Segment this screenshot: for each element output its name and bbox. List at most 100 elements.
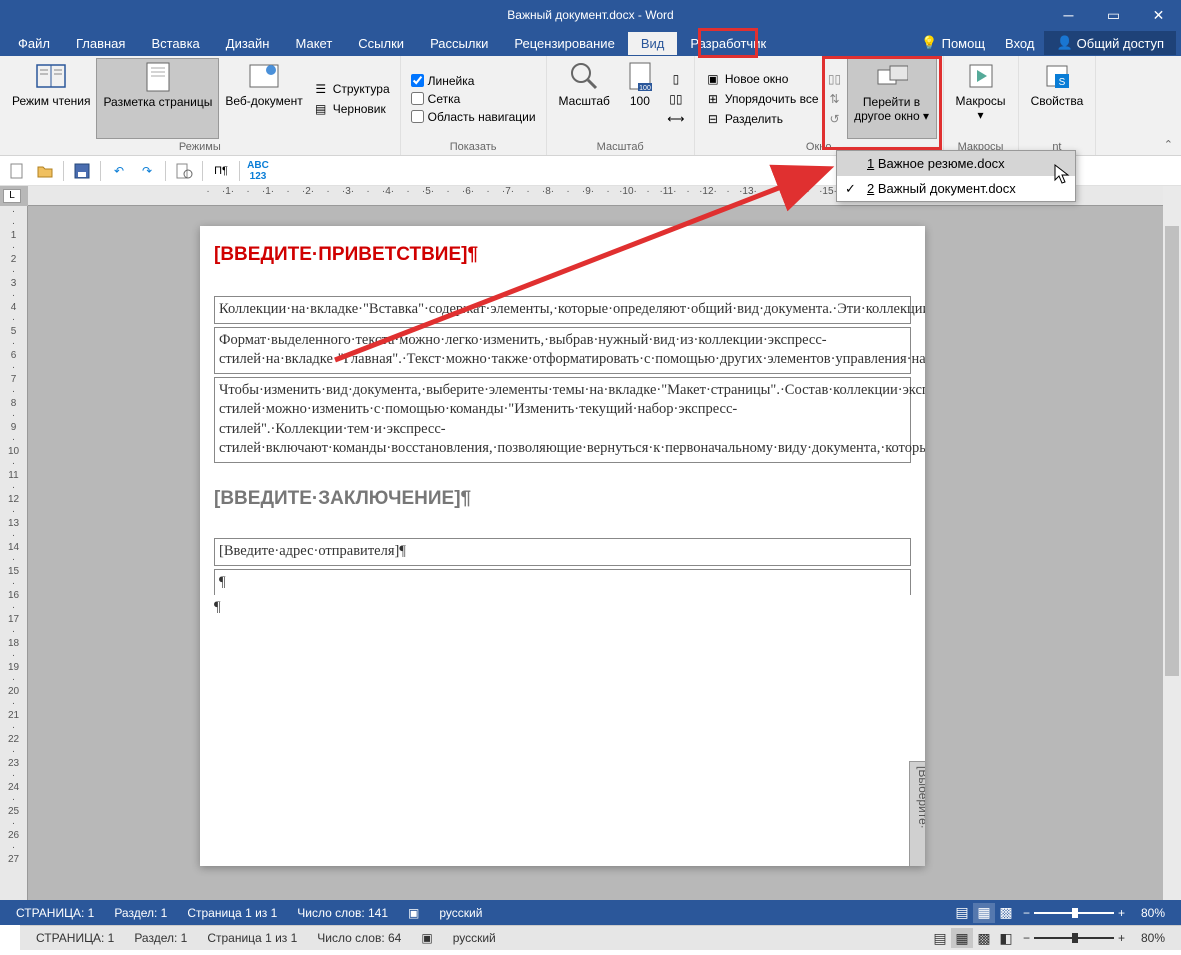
ruler-corner[interactable]: L bbox=[3, 189, 21, 203]
sync-scroll-button[interactable]: ⇅ bbox=[823, 89, 847, 109]
menu-file[interactable]: Файл bbox=[5, 32, 63, 55]
print-layout-icon[interactable]: ▦ bbox=[973, 903, 995, 923]
properties-button[interactable]: SСвойства bbox=[1025, 58, 1090, 139]
status-page-of[interactable]: Страница 1 из 1 bbox=[177, 906, 287, 920]
svg-text:S: S bbox=[1059, 77, 1066, 88]
web-layout-button[interactable]: Веб-документ bbox=[219, 58, 308, 139]
outline-button[interactable]: ☰Структура bbox=[309, 79, 394, 99]
share-button[interactable]: 👤Общий доступ bbox=[1044, 31, 1176, 55]
ruler-checkbox[interactable]: Линейка bbox=[407, 72, 540, 90]
grid-checkbox[interactable]: Сетка bbox=[407, 90, 540, 108]
status-proof-icon[interactable]: ▣ bbox=[398, 906, 429, 920]
menu-bar: Файл Главная Вставка Дизайн Макет Ссылки… bbox=[0, 30, 1181, 56]
split-icon: ⊟ bbox=[705, 111, 721, 127]
one-page-icon: ▯ bbox=[668, 71, 684, 87]
zoom-button[interactable]: Масштаб bbox=[553, 58, 616, 139]
split-button[interactable]: ⊟Разделить bbox=[701, 109, 823, 129]
undo-button[interactable]: ↶ bbox=[106, 159, 132, 183]
switch-window-button[interactable]: Перейти вдругое окно ▾ bbox=[847, 58, 937, 139]
status-language[interactable]: русский bbox=[429, 906, 492, 920]
spell-check-button[interactable]: ABC123 bbox=[245, 159, 271, 183]
status2-page-of[interactable]: Страница 1 из 1 bbox=[197, 931, 307, 945]
read-mode-icon-2[interactable]: ▤ bbox=[929, 928, 951, 948]
new-window-button[interactable]: ▣Новое окно bbox=[701, 69, 823, 89]
page-width-button[interactable]: ⟷ bbox=[664, 109, 688, 129]
status2-page[interactable]: СТРАНИЦА: 1 bbox=[26, 931, 124, 945]
redo-button[interactable]: ↷ bbox=[134, 159, 160, 183]
read-mode-button[interactable]: Режим чтения bbox=[6, 58, 96, 139]
bulb-icon: 💡 bbox=[921, 35, 937, 51]
side-by-side-button[interactable]: ▯▯ bbox=[823, 69, 847, 89]
help-button[interactable]: 💡Помощ bbox=[911, 31, 995, 55]
save-button[interactable] bbox=[69, 159, 95, 183]
macros-icon bbox=[965, 60, 997, 92]
arrange-button[interactable]: ⊞Упорядочить все bbox=[701, 89, 823, 109]
nav-checkbox[interactable]: Область навигации bbox=[407, 108, 540, 126]
scrollbar-thumb[interactable] bbox=[1165, 226, 1179, 676]
page-width-icon: ⟷ bbox=[668, 111, 684, 127]
menu-review[interactable]: Рецензирование bbox=[501, 32, 627, 55]
doc-paragraph-6: ¶ bbox=[214, 598, 911, 618]
ribbon: Режим чтения Разметка страницы Веб-докум… bbox=[0, 56, 1181, 156]
menu-layout[interactable]: Макет bbox=[282, 32, 345, 55]
extra-view-icon[interactable]: ◧ bbox=[995, 928, 1017, 948]
window-controls: ─ ▭ ✕ bbox=[1046, 0, 1181, 30]
zoom-level[interactable]: 80% bbox=[1131, 906, 1175, 920]
sidebyside-icon: ▯▯ bbox=[827, 71, 843, 87]
one-page-button[interactable]: ▯ bbox=[664, 69, 688, 89]
doc-paragraph-4: [Введите·адрес·отправителя]¶ bbox=[214, 538, 911, 566]
reset-window-button[interactable]: ↺ bbox=[823, 109, 847, 129]
status2-proof-icon[interactable]: ▣ bbox=[411, 931, 442, 945]
title-bar: Важный документ.docx - Word ─ ▭ ✕ bbox=[0, 0, 1181, 30]
zoom-100-button[interactable]: 100100 bbox=[616, 58, 664, 139]
zoom-slider[interactable]: −+ bbox=[1017, 906, 1131, 920]
zoom-slider-2[interactable]: −+ bbox=[1017, 931, 1131, 945]
status-page[interactable]: СТРАНИЦА: 1 bbox=[6, 906, 104, 920]
document-page[interactable]: [ВВЕДИТЕ·ПРИВЕТСТВИЕ]¶ Коллекции·на·вкла… bbox=[200, 226, 925, 866]
status2-section[interactable]: Раздел: 1 bbox=[124, 931, 197, 945]
menu-view[interactable]: Вид bbox=[628, 32, 678, 55]
new-window-icon: ▣ bbox=[705, 71, 721, 87]
menu-design[interactable]: Дизайн bbox=[213, 32, 283, 55]
doc-paragraph-1: Коллекции·на·вкладке·"Вставка"·содержат·… bbox=[214, 296, 911, 324]
minimize-button[interactable]: ─ bbox=[1046, 0, 1091, 30]
page-layout-button[interactable]: Разметка страницы bbox=[96, 58, 219, 139]
status2-word-count[interactable]: Число слов: 64 bbox=[307, 931, 411, 945]
collapse-ribbon-button[interactable]: ⌃ bbox=[1164, 138, 1173, 151]
close-button[interactable]: ✕ bbox=[1136, 0, 1181, 30]
switch-window-icon bbox=[876, 61, 908, 93]
draft-icon: ▤ bbox=[313, 101, 329, 117]
superscript-button[interactable]: П¶ bbox=[208, 159, 234, 183]
zoom-level-2[interactable]: 80% bbox=[1131, 931, 1175, 945]
document-area: L ··1···1···2···3···4···5···6···7···8···… bbox=[0, 186, 1181, 925]
menu-home[interactable]: Главная bbox=[63, 32, 138, 55]
open-button[interactable] bbox=[32, 159, 58, 183]
side-callout: [Выберите· bbox=[909, 761, 925, 866]
menu-developer[interactable]: Разработчик bbox=[677, 32, 779, 55]
dropdown-item-2[interactable]: ✓2 Важный документ.docx bbox=[837, 176, 1075, 201]
print-preview-button[interactable] bbox=[171, 159, 197, 183]
maximize-button[interactable]: ▭ bbox=[1091, 0, 1136, 30]
login-button[interactable]: Вход bbox=[995, 32, 1044, 55]
menu-mailings[interactable]: Рассылки bbox=[417, 32, 501, 55]
web-layout-icon[interactable]: ▩ bbox=[995, 903, 1017, 923]
dropdown-item-1[interactable]: 1 Важное резюме.docx bbox=[837, 151, 1075, 176]
print-layout-icon-2[interactable]: ▦ bbox=[951, 928, 973, 948]
draft-button[interactable]: ▤Черновик bbox=[309, 99, 394, 119]
status-word-count[interactable]: Число слов: 141 bbox=[287, 906, 398, 920]
status2-language[interactable]: русский bbox=[443, 931, 506, 945]
status-section[interactable]: Раздел: 1 bbox=[104, 906, 177, 920]
read-mode-icon[interactable]: ▤ bbox=[951, 903, 973, 923]
vertical-ruler[interactable]: ··1·2·3·4·5·6·7·8·9·10·11·12·13·14·15·16… bbox=[0, 206, 28, 925]
vertical-scrollbar[interactable] bbox=[1163, 186, 1181, 925]
new-doc-button[interactable] bbox=[4, 159, 30, 183]
macros-button[interactable]: Макросы▾ bbox=[950, 58, 1012, 139]
web-layout-icon-2[interactable]: ▩ bbox=[973, 928, 995, 948]
menu-insert[interactable]: Вставка bbox=[138, 32, 212, 55]
menu-references[interactable]: Ссылки bbox=[345, 32, 417, 55]
page-100-icon: 100 bbox=[624, 60, 656, 92]
svg-text:100: 100 bbox=[639, 85, 651, 91]
sync-icon: ⇅ bbox=[827, 91, 843, 107]
multi-page-button[interactable]: ▯▯ bbox=[664, 89, 688, 109]
sharepoint-icon: S bbox=[1041, 60, 1073, 92]
